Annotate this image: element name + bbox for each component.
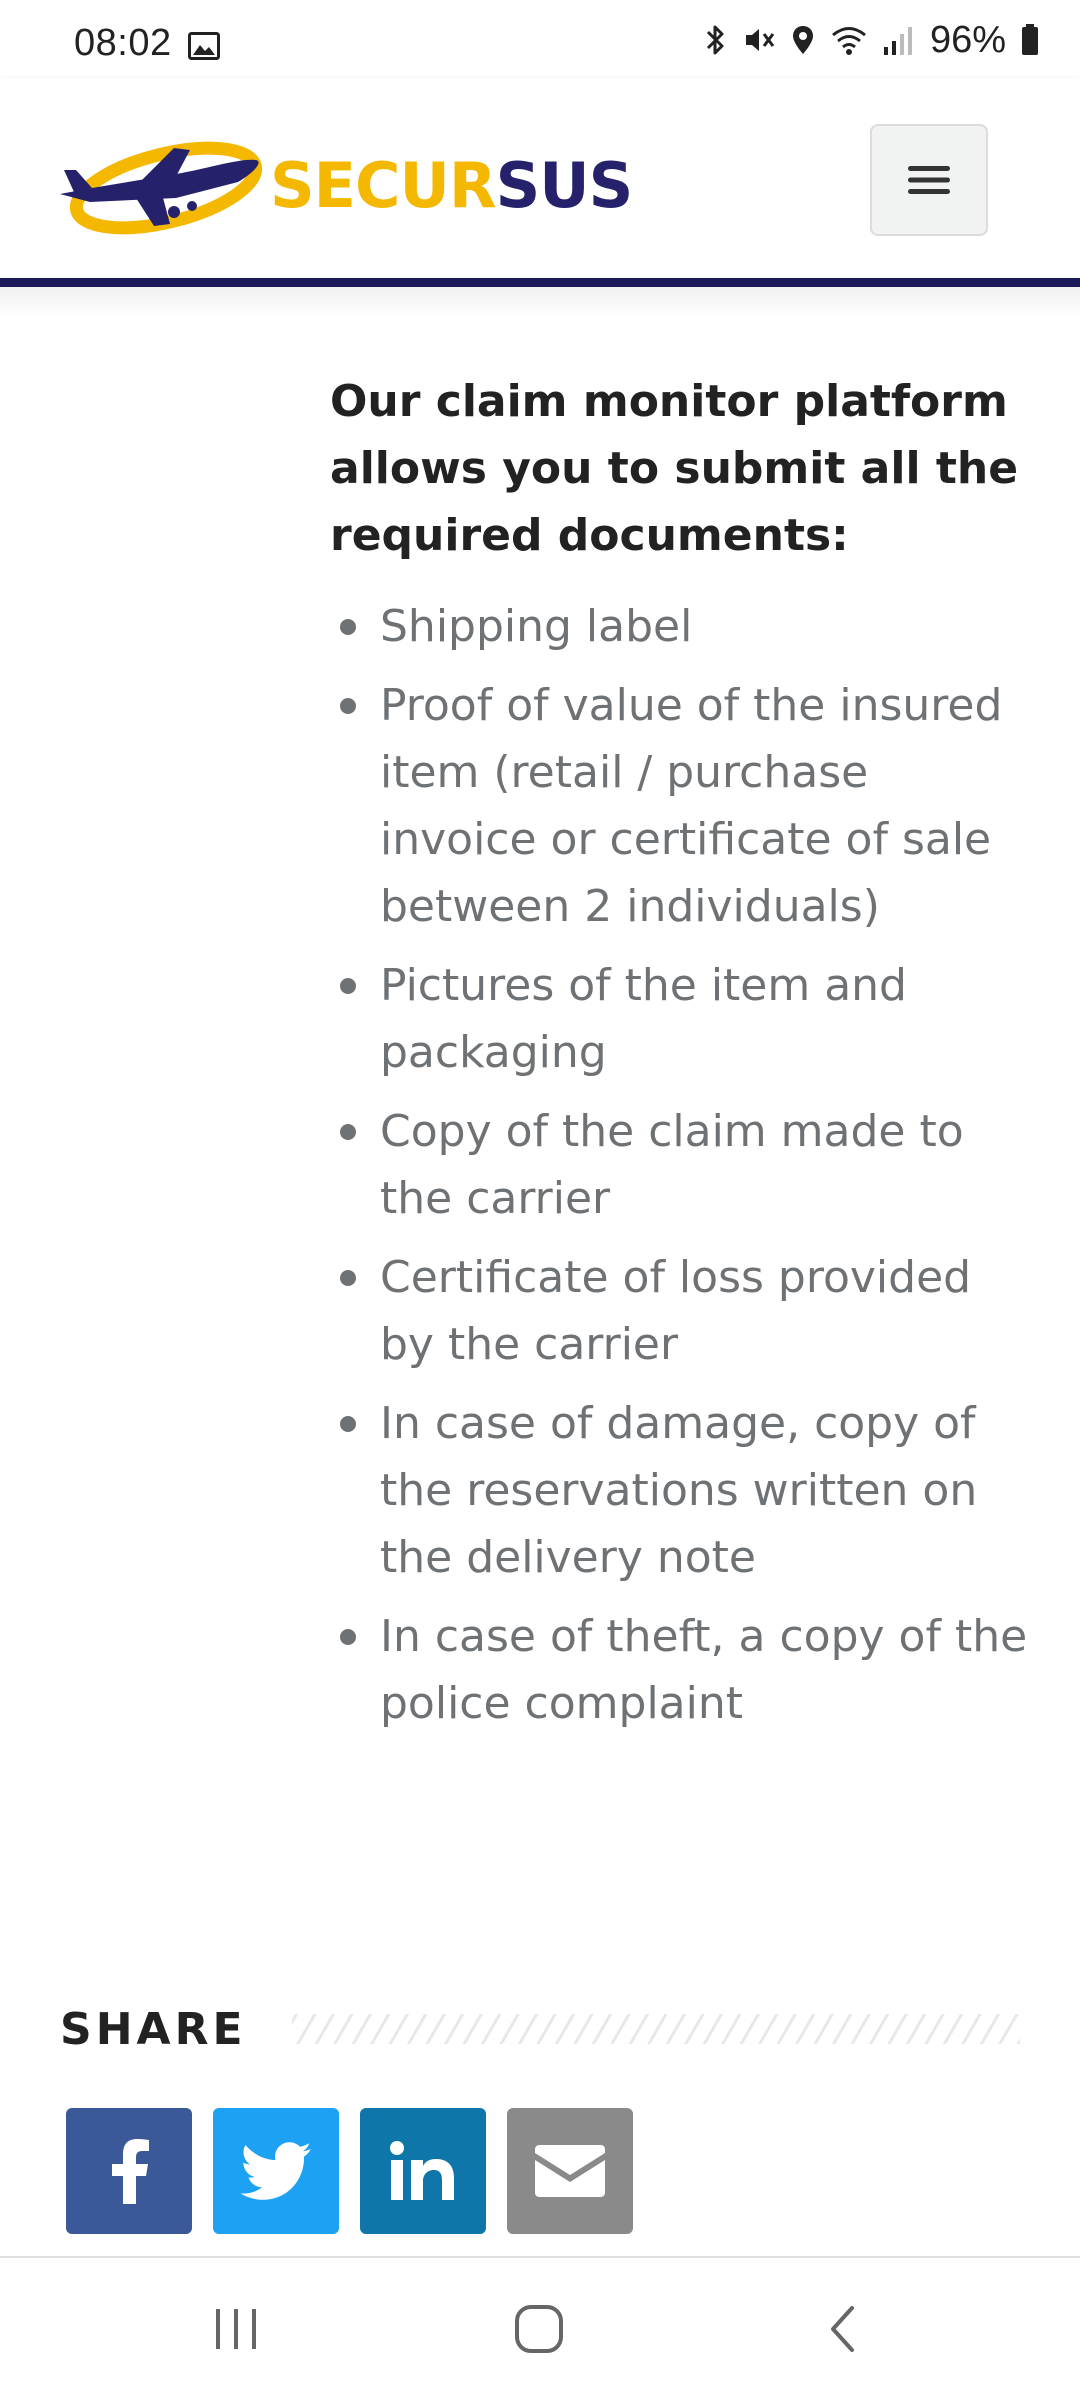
status-bar: 08:02 96%	[0, 0, 1080, 78]
list-item: In case of damage, copy of the reservati…	[330, 1390, 1030, 1591]
status-time: 08:02	[74, 22, 172, 64]
system-nav-bar	[0, 2256, 1080, 2400]
back-icon	[831, 2306, 854, 2352]
share-twitter-button[interactable]	[213, 2108, 339, 2234]
home-button[interactable]	[459, 2258, 619, 2400]
gallery-icon	[188, 32, 220, 60]
main-content: Our claim monitor platform allows you to…	[330, 368, 1030, 1749]
home-icon	[515, 2305, 563, 2353]
status-icons: 96%	[702, 18, 1040, 61]
list-item: In case of theft, a copy of the police c…	[330, 1603, 1030, 1737]
list-item: Copy of the claim made to the carrier	[330, 1098, 1030, 1232]
location-icon	[792, 26, 813, 54]
share-buttons	[66, 2108, 633, 2234]
envelope-icon	[535, 2145, 605, 2197]
facebook-icon	[112, 2139, 149, 2204]
airplane-logo-icon	[60, 141, 263, 235]
header-shadow	[0, 287, 1080, 317]
mute-vibrate-icon	[745, 29, 775, 51]
share-facebook-button[interactable]	[66, 2108, 192, 2234]
recent-apps-button[interactable]	[156, 2258, 316, 2400]
bluetooth-icon	[706, 25, 724, 55]
logo-wordmark-sus: SUS	[495, 149, 634, 222]
list-item: Certificate of loss provided by the carr…	[330, 1244, 1030, 1378]
list-item: Pictures of the item and packaging	[330, 952, 1030, 1086]
list-item: Proof of value of the insured item (reta…	[330, 672, 1030, 940]
battery-icon	[1022, 24, 1038, 55]
share-email-button[interactable]	[507, 2108, 633, 2234]
logo-wordmark: SECURSUS	[270, 155, 633, 217]
documents-list: Shipping label Proof of value of the ins…	[330, 593, 1030, 1737]
share-heading: SHARE	[60, 2004, 247, 2055]
recent-apps-icon	[216, 2309, 256, 2349]
site-header: SECURSUS	[0, 78, 1080, 278]
share-linkedin-button[interactable]	[360, 2108, 486, 2234]
back-button[interactable]	[762, 2258, 922, 2400]
menu-button[interactable]	[870, 124, 988, 236]
signal-icon	[883, 27, 912, 55]
list-item: Shipping label	[330, 593, 1030, 660]
twitter-icon	[241, 2142, 311, 2200]
header-rule	[0, 278, 1080, 287]
logo-wordmark-secur: SECUR	[270, 149, 497, 222]
wifi-icon	[831, 27, 866, 55]
secursus-logo[interactable]: SECURSUS	[56, 126, 633, 246]
documents-heading: Our claim monitor platform allows you to…	[330, 376, 1019, 561]
linkedin-icon	[390, 2141, 454, 2200]
battery-percent: 96%	[929, 18, 1006, 61]
share-divider	[292, 2014, 1020, 2044]
hamburger-icon	[908, 166, 950, 194]
